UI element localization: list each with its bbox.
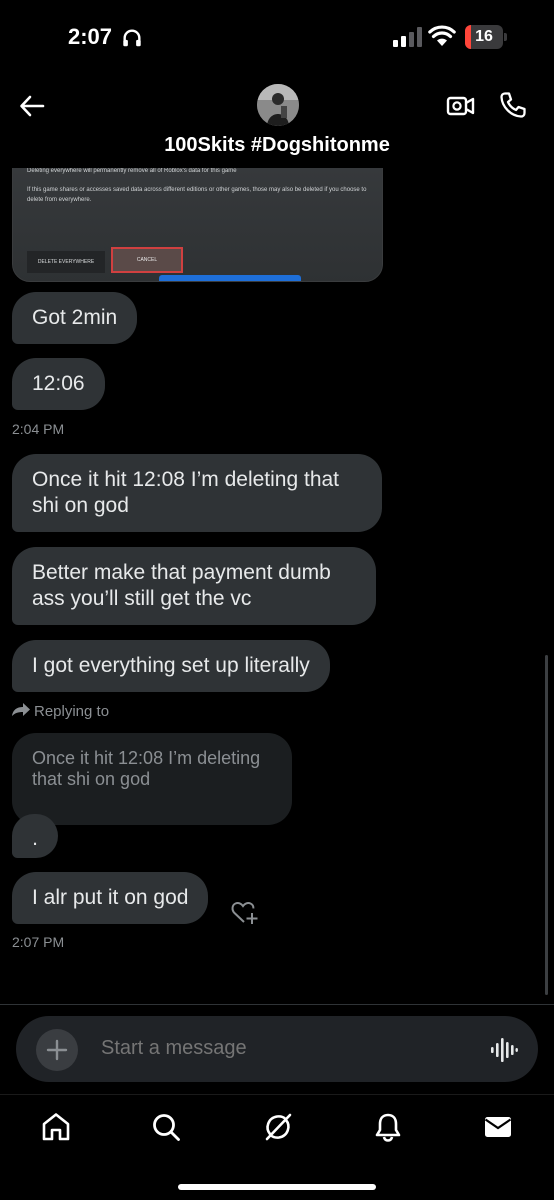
image-text-line: If this game shares or accesses saved da… — [27, 187, 367, 203]
status-time: 2:07 — [68, 24, 113, 49]
message-composer — [16, 1016, 538, 1082]
message-bubble[interactable]: 12:06 — [12, 358, 105, 410]
message-bubble[interactable]: Got 2min — [12, 292, 138, 344]
message-timestamp: 2:04 PM — [12, 421, 65, 437]
notifications-icon[interactable] — [372, 1111, 404, 1143]
quoted-message[interactable]: Once it hit 12:08 I’m deleting that shi … — [12, 733, 292, 825]
message-input[interactable] — [101, 1037, 401, 1060]
search-icon[interactable] — [150, 1111, 182, 1143]
voice-message-icon[interactable] — [490, 1036, 518, 1064]
message-bubble[interactable]: Once it hit 12:08 I’m deleting that shi … — [12, 454, 382, 532]
phone-call-icon[interactable] — [498, 90, 528, 120]
replying-to-text: Replying to — [34, 703, 110, 720]
messages-icon[interactable] — [482, 1111, 514, 1143]
message-bubble[interactable]: . — [12, 814, 58, 858]
home-icon[interactable] — [40, 1111, 72, 1143]
image-text-line: Deleting everywhere will permanently rem… — [27, 168, 237, 174]
scrollbar[interactable] — [545, 655, 548, 995]
home-indicator[interactable] — [178, 1184, 376, 1190]
message-bubble[interactable]: I alr put it on god — [12, 872, 209, 924]
battery-indicator: 16 — [465, 25, 507, 49]
message-timestamp: 2:07 PM — [12, 934, 65, 950]
contact-name[interactable]: 100Skits #Dogshitonme — [0, 134, 554, 157]
conversation-header: 100Skits #Dogshitonme — [0, 78, 554, 168]
battery-percent: 16 — [475, 28, 493, 45]
add-attachment-button[interactable] — [36, 1029, 78, 1071]
composer-divider — [0, 1004, 554, 1005]
video-call-icon[interactable] — [446, 91, 476, 121]
image-blue-bar — [159, 275, 301, 281]
back-arrow-icon[interactable] — [18, 92, 46, 120]
plus-icon — [46, 1039, 68, 1061]
image-cancel-button: CANCEL — [111, 247, 183, 273]
message-bubble[interactable]: I got everything set up literally — [12, 640, 330, 692]
signal-icon — [393, 27, 422, 47]
reply-arrow-icon — [12, 703, 30, 716]
status-bar: 2:07 16 — [0, 0, 554, 78]
add-reaction-icon[interactable] — [230, 900, 258, 926]
headphone-icon — [123, 29, 141, 47]
image-delete-button: DELETE EVERYWHERE — [27, 251, 105, 273]
grok-icon[interactable] — [262, 1111, 294, 1143]
replying-to-label: Replying to — [12, 703, 109, 720]
message-bubble[interactable]: Better make that payment dumb ass you’ll… — [12, 547, 376, 625]
wifi-icon — [428, 25, 456, 46]
avatar[interactable] — [257, 84, 299, 126]
